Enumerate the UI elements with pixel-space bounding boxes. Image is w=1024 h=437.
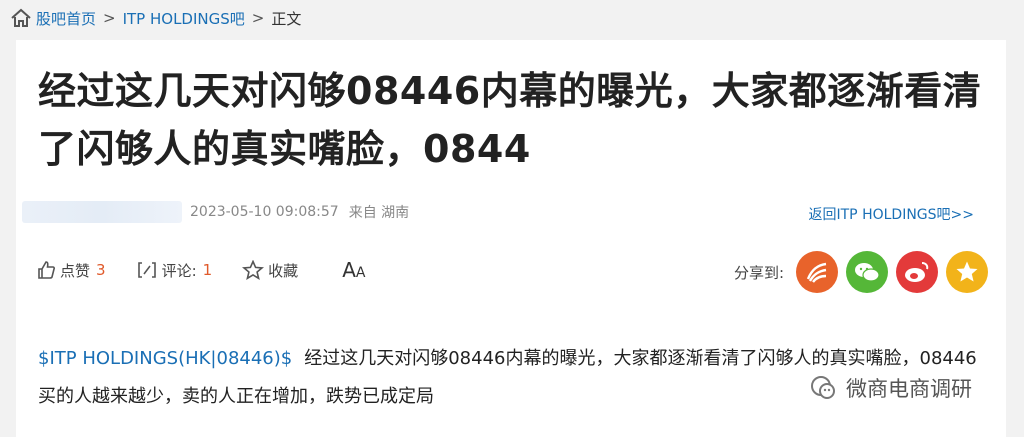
share-wechat-button[interactable] [846, 251, 889, 293]
post-actions: 点赞 3 评论: 1 收藏 AA [36, 256, 365, 284]
author-blurred [22, 201, 182, 223]
wechat-icon [855, 263, 880, 282]
favorite-label: 收藏 [268, 261, 299, 280]
font-size-small-glyph: A [355, 265, 366, 281]
share-weibo-button[interactable] [896, 251, 939, 293]
star-icon [242, 260, 265, 280]
comment-icon [137, 262, 156, 278]
comment-count: 1 [202, 261, 213, 279]
breadcrumb-separator: > [103, 9, 116, 27]
thumbs-up-icon [38, 261, 55, 279]
home-icon[interactable] [10, 8, 32, 28]
breadcrumb: 股吧首页 > ITP HOLDINGS吧 > 正文 [10, 6, 301, 30]
qzone-icon [956, 261, 978, 282]
font-size-toggle[interactable]: AA [342, 258, 365, 282]
share-feed-button[interactable] [796, 251, 839, 293]
like-button[interactable]: 点赞 3 [36, 260, 106, 281]
wechat-official-account-icon [811, 376, 835, 399]
like-label: 点赞 [60, 261, 91, 280]
post-title: 经过这几天对闪够08446内幕的曝光，大家都逐渐看清了闪够人的真实嘴脸，0844 [38, 69, 982, 171]
weibo-icon [905, 262, 929, 282]
like-count: 3 [96, 261, 106, 279]
share-bar: 分享到: [734, 250, 996, 294]
breadcrumb-separator: > [251, 9, 265, 27]
comment-button[interactable]: 评论: 1 [136, 260, 213, 281]
breadcrumb-current: 正文 [271, 9, 302, 28]
watermark: 微商电商调研 [808, 368, 972, 408]
post-datetime: 2023-05-10 09:08:57 [190, 204, 339, 220]
share-label: 分享到: [734, 263, 785, 282]
back-to-forum-link[interactable]: 返回ITP HOLDINGS吧>> [809, 204, 975, 224]
breadcrumb-home-link[interactable]: 股吧首页 [36, 8, 96, 29]
share-qzone-button[interactable] [946, 251, 989, 293]
comment-label: 评论: [161, 261, 197, 280]
post-location: 来自 湖南 [348, 205, 410, 221]
favorite-button[interactable]: 收藏 [242, 260, 298, 281]
watermark-text: 微商电商调研 [846, 377, 972, 401]
feed-icon [806, 262, 827, 283]
stock-tag-link[interactable]: $ITP HOLDINGS(HK|08446)$ [38, 348, 292, 369]
breadcrumb-forum-link[interactable]: ITP HOLDINGS吧 [123, 8, 245, 29]
font-size-large-glyph: A [342, 258, 356, 282]
